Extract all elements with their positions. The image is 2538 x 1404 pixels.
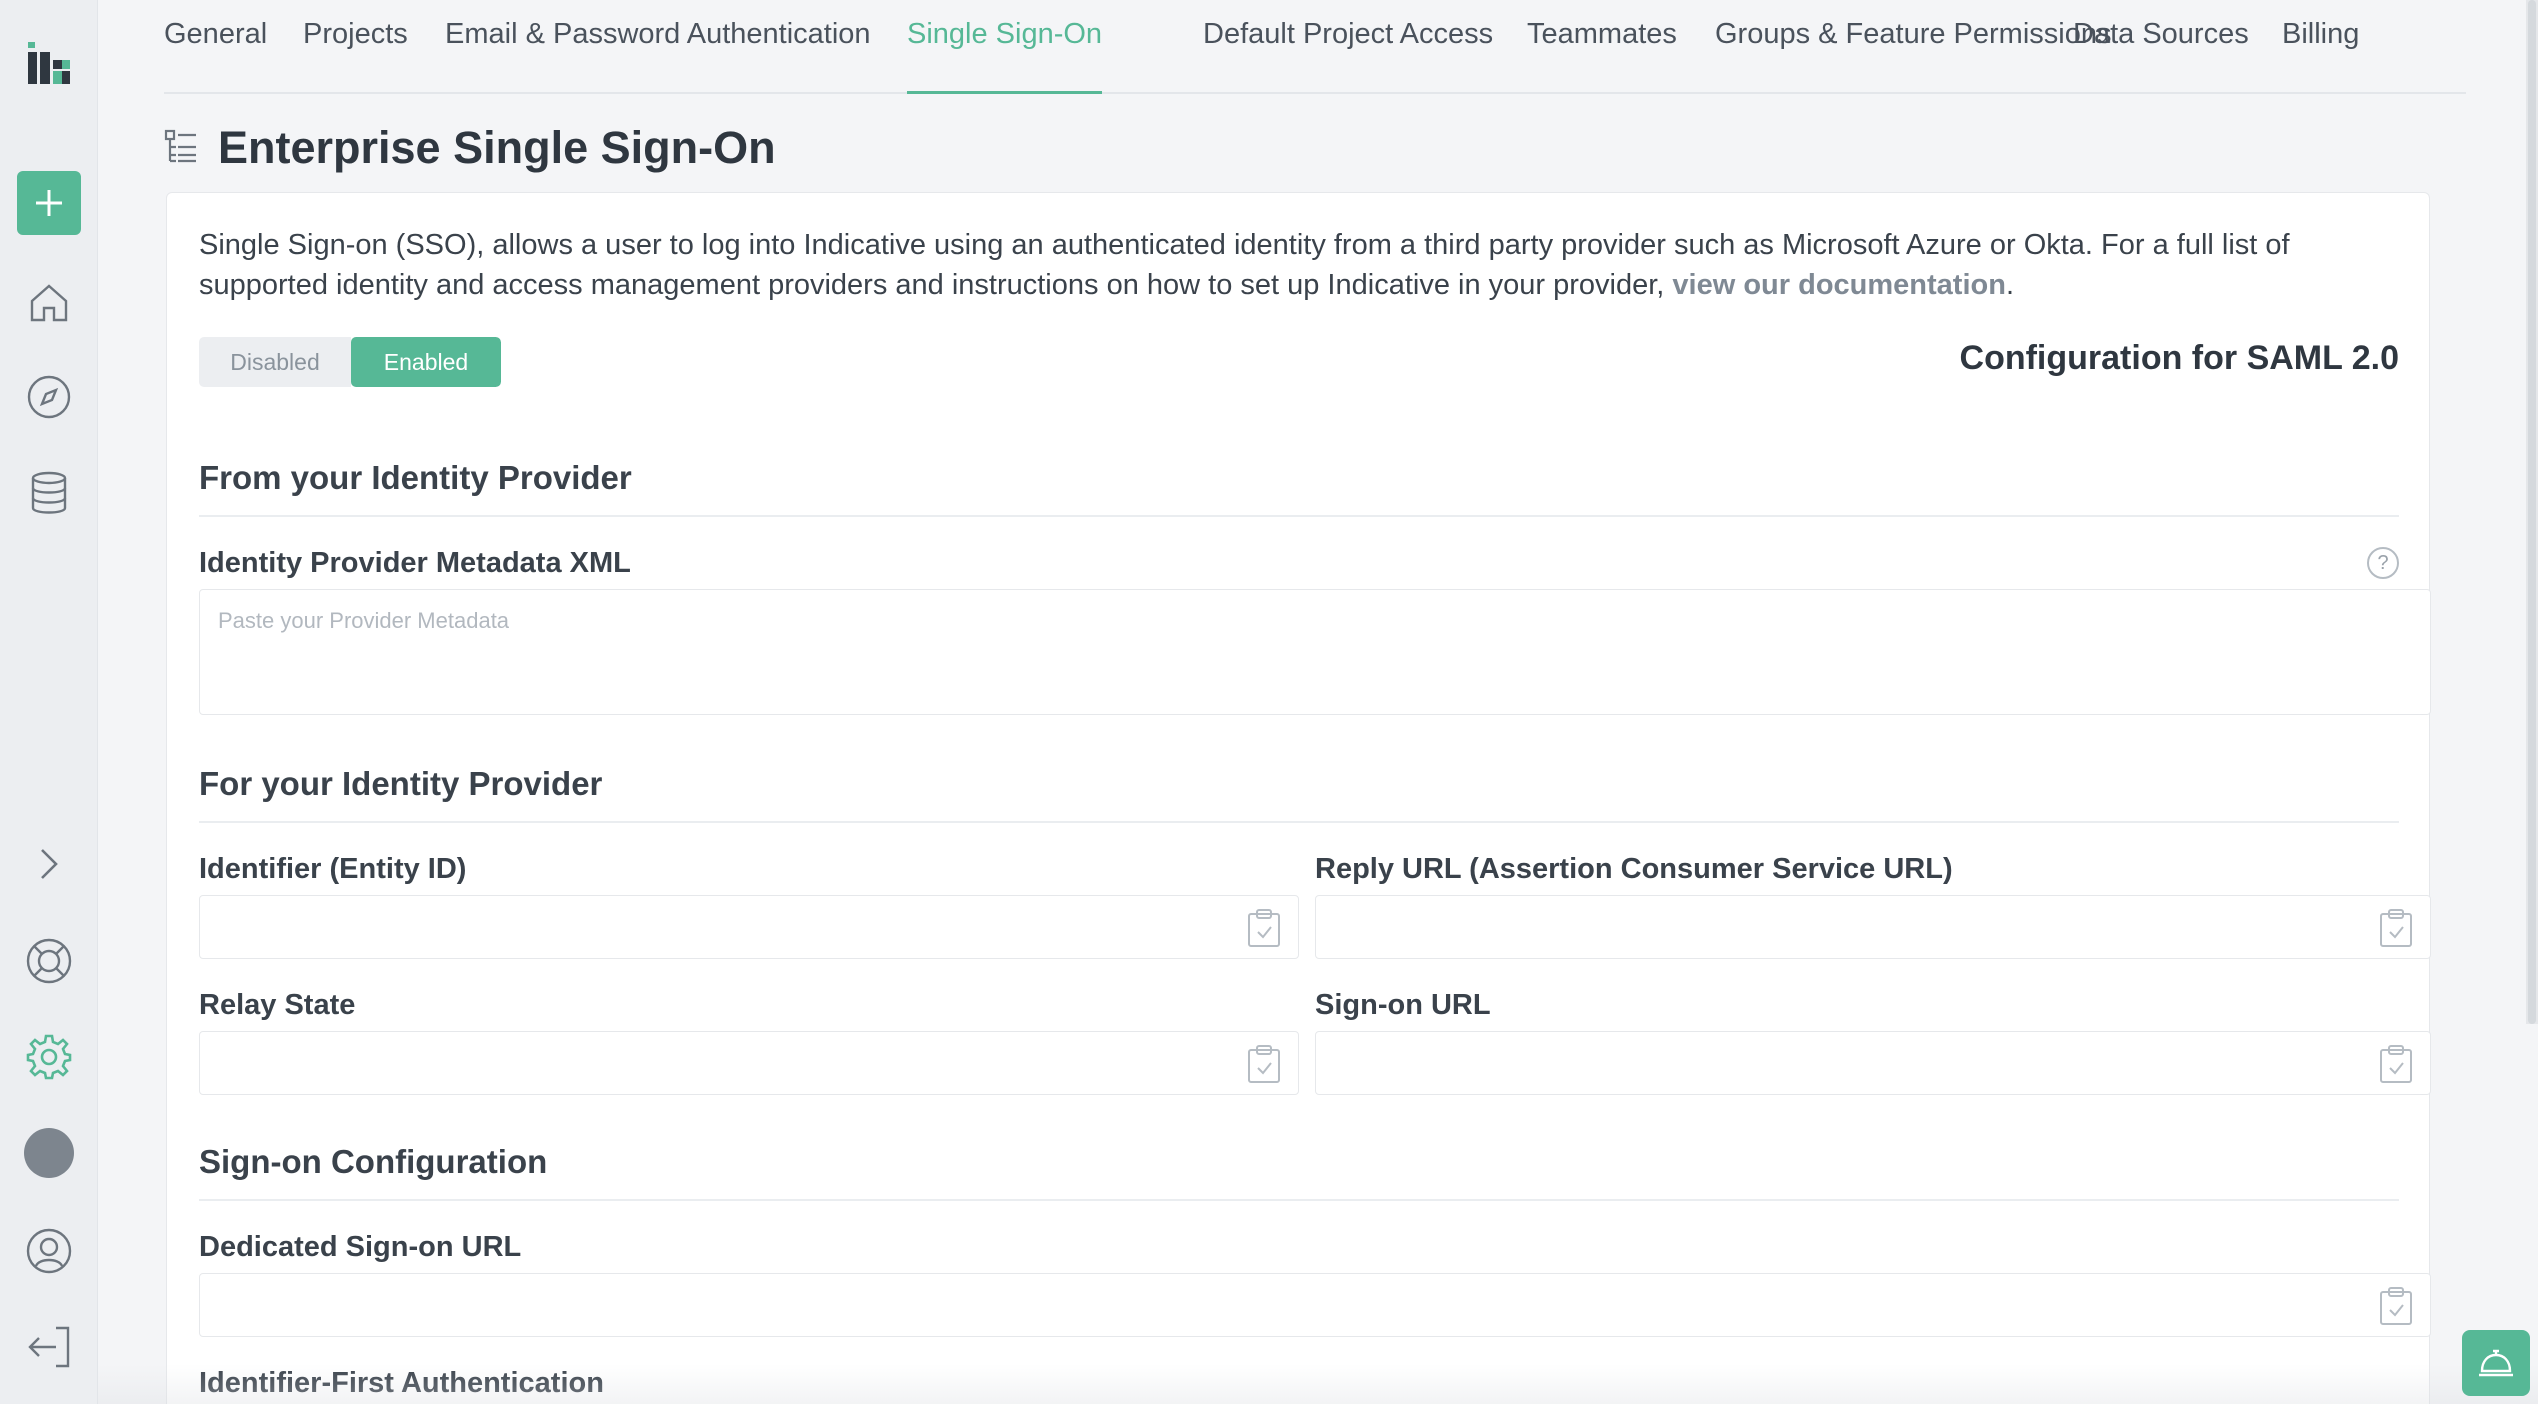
divider [199,821,2399,823]
intro-end: . [2005,269,2014,301]
metadata-label: Identity Provider Metadata XML [199,547,631,579]
section-title-sign-on-config: Sign-on Configuration [199,1143,548,1180]
add-button-wrap [0,170,98,236]
metadata-xml-textarea[interactable] [199,589,2431,715]
avatar[interactable] [0,1128,98,1178]
tab-groups-feature-permissions[interactable]: Groups & Feature Permissions [1715,18,2111,94]
section-title-from-idp: From your Identity Provider [199,459,632,496]
main-content: General Projects Email & Password Authen… [98,0,2538,1404]
copy-clipboard-icon[interactable] [1246,908,1282,948]
user-profile-icon[interactable] [0,1224,98,1278]
relay-state-label: Relay State [199,989,356,1021]
chevron-right-icon[interactable] [0,842,98,886]
dedicated-sign-on-url-field[interactable] [199,1273,2431,1337]
sso-list-icon [164,129,196,163]
sidebar [0,0,98,1404]
divider [199,515,2399,517]
section-title-for-idp: For your Identity Provider [199,765,603,802]
compass-icon[interactable] [0,370,98,424]
sign-on-url-field[interactable] [1315,1031,2431,1095]
entity-id-label: Identifier (Entity ID) [199,853,467,885]
reply-url-field[interactable] [1315,895,2431,959]
tab-data-sources[interactable]: Data Sources [2073,18,2249,94]
sso-intro-text: Single Sign-on (SSO), allows a user to l… [199,225,2409,305]
scrollbar-thumb[interactable] [2528,0,2536,1024]
sso-enable-toggle: Disabled Enabled [199,337,501,387]
tab-general[interactable]: General [164,18,267,94]
home-icon[interactable] [0,276,98,330]
database-icon[interactable] [0,466,98,520]
relay-state-field[interactable] [199,1031,1299,1095]
tab-default-project-access[interactable]: Default Project Access [1203,18,1493,94]
sso-settings-card: Single Sign-on (SSO), allows a user to l… [166,192,2431,1404]
support-chat-button[interactable] [2462,1330,2530,1396]
documentation-link[interactable]: view our documentation [1672,269,2006,301]
help-question-icon[interactable]: ? [2367,547,2399,579]
tab-teammates[interactable]: Teammates [1527,18,1677,94]
page-title: Enterprise Single Sign-On [218,122,776,173]
indicative-logo-icon[interactable] [0,28,98,98]
add-button[interactable] [17,171,81,235]
copy-clipboard-icon[interactable] [2378,908,2414,948]
copy-clipboard-icon[interactable] [2378,1286,2414,1326]
tab-billing[interactable]: Billing [2282,18,2359,94]
disabled-option[interactable]: Disabled [199,337,351,387]
copy-clipboard-icon[interactable] [2378,1044,2414,1084]
settings-tabs: General Projects Email & Password Authen… [164,0,2466,94]
dedicated-sign-on-url-label: Dedicated Sign-on URL [199,1231,522,1263]
reply-url-label: Reply URL (Assertion Consumer Service UR… [1315,853,1953,885]
config-label: Configuration for SAML 2.0 [1959,339,2399,377]
settings-gear-icon[interactable] [0,1030,98,1084]
copy-clipboard-icon[interactable] [1246,1044,1282,1084]
tab-single-sign-on[interactable]: Single Sign-On [907,18,1103,94]
tab-email-password-authentication[interactable]: Email & Password Authentication [445,18,871,94]
divider [199,1199,2399,1201]
plus-icon [36,190,62,216]
bell-service-icon [2479,1349,2513,1377]
sign-on-url-label: Sign-on URL [1315,989,1491,1021]
enabled-option[interactable]: Enabled [351,337,501,387]
identifier-first-auth-label: Identifier-First Authentication [199,1367,604,1399]
help-lifebuoy-icon[interactable] [0,934,98,988]
scrollbar[interactable] [2526,0,2538,1024]
entity-id-field[interactable] [199,895,1299,959]
tab-projects[interactable]: Projects [303,18,408,94]
logout-icon[interactable] [0,1320,98,1374]
page-header: Enterprise Single Sign-On [164,118,776,178]
